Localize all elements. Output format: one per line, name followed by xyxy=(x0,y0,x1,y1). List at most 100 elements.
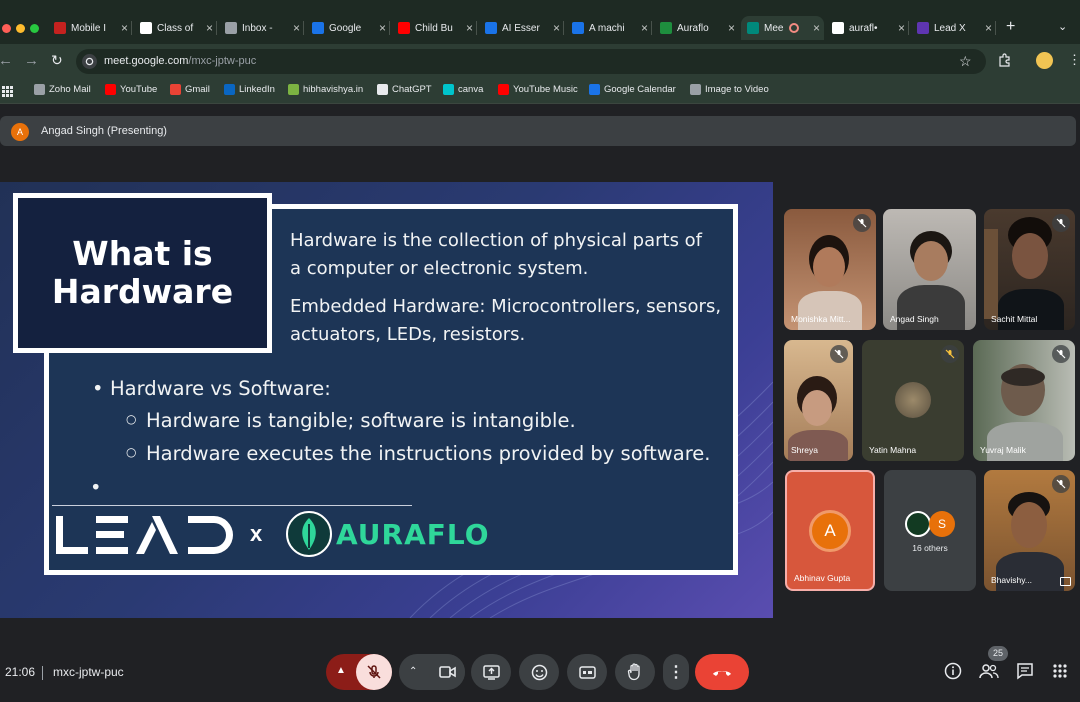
bookmark-favicon-icon xyxy=(170,84,181,95)
logo-separator: x xyxy=(250,521,263,546)
extensions-icon[interactable] xyxy=(998,53,1012,72)
meet-controls-bar: 21:06 mxc-jptw-puc ▲ ⌃ ⋮ 25 xyxy=(0,642,1080,702)
tab-close-icon[interactable]: × xyxy=(728,21,735,35)
slide-title: What is Hardware xyxy=(51,234,234,311)
others-avatar xyxy=(905,511,931,537)
new-tab-button[interactable]: + xyxy=(1006,18,1015,36)
bookmark-favicon-icon xyxy=(443,84,454,95)
bookmark-item[interactable]: ChatGPT xyxy=(377,84,432,95)
bullet-dot: • xyxy=(92,377,104,400)
participant-tile[interactable]: Sachit Mittal xyxy=(984,209,1075,330)
browser-tab[interactable]: Lead X × xyxy=(911,16,996,40)
camera-toggle-button[interactable] xyxy=(429,654,465,690)
more-options-button[interactable]: ⋮ xyxy=(663,654,689,690)
browser-tab[interactable]: Google × xyxy=(306,16,390,40)
browser-tab[interactable]: Class of × xyxy=(134,16,217,40)
audio-options-chevron-icon[interactable]: ▲ xyxy=(336,665,346,676)
tab-close-icon[interactable]: × xyxy=(553,21,560,35)
leave-call-button[interactable] xyxy=(695,654,749,690)
browser-tab[interactable]: Auraflo × xyxy=(654,16,739,40)
bookmark-item[interactable]: Zoho Mail xyxy=(34,84,91,95)
bookmark-item[interactable]: Google Calendar xyxy=(589,84,676,95)
browser-tab[interactable]: Child Bu × xyxy=(392,16,477,40)
participant-tile[interactable]: Shreya xyxy=(784,340,853,461)
tab-favicon-icon xyxy=(572,22,584,34)
tab-close-icon[interactable]: × xyxy=(206,21,213,35)
chat-button[interactable] xyxy=(1016,662,1034,685)
people-button[interactable] xyxy=(979,662,999,685)
captions-button[interactable] xyxy=(567,654,607,690)
bookmark-item[interactable]: LinkedIn xyxy=(224,84,275,95)
address-bar[interactable]: meet.google.com/mxc-jptw-puc ☆ xyxy=(76,49,986,74)
tab-title: Lead X xyxy=(934,22,966,34)
participant-tile-active-speaker[interactable]: A Abhinav Gupta xyxy=(785,470,875,591)
browser-tab[interactable]: AI Esser × xyxy=(479,16,564,40)
bookmark-item[interactable]: canva xyxy=(443,84,483,95)
tab-close-icon[interactable]: × xyxy=(379,21,386,35)
bookmark-item[interactable]: YouTube xyxy=(105,84,157,95)
bookmark-item[interactable]: Gmail xyxy=(170,84,210,95)
profile-avatar[interactable] xyxy=(1036,52,1053,69)
bookmark-favicon-icon xyxy=(690,84,701,95)
browser-tab[interactable]: aurafl• × xyxy=(826,16,909,40)
tab-close-icon[interactable]: × xyxy=(813,21,820,35)
tab-close-icon[interactable]: × xyxy=(641,21,648,35)
tab-separator xyxy=(563,21,564,35)
participant-tile[interactable]: Yuvraj Malik xyxy=(973,340,1075,461)
mic-toggle-button[interactable] xyxy=(356,654,392,690)
tab-title: Mobile I xyxy=(71,22,107,34)
reload-icon[interactable]: ↻ xyxy=(51,52,63,69)
camera-icon xyxy=(438,666,456,678)
raise-hand-button[interactable] xyxy=(615,654,655,690)
tab-title: AI Esser xyxy=(502,22,540,34)
participant-tile[interactable]: Yatin Mahna xyxy=(862,340,964,461)
present-screen-icon xyxy=(482,664,500,680)
pin-tile-icon[interactable] xyxy=(1060,577,1071,586)
back-icon[interactable]: ← xyxy=(0,52,13,69)
tab-favicon-icon xyxy=(312,22,324,34)
window-close-dot[interactable] xyxy=(2,24,11,33)
bookmark-label: YouTube Music xyxy=(513,84,578,95)
mic-control-group: ▲ xyxy=(326,654,392,690)
browser-tab[interactable]: Mobile I × xyxy=(48,16,132,40)
participant-name: Abhinav Gupta xyxy=(794,573,851,583)
info-icon xyxy=(944,662,962,680)
forward-icon[interactable]: → xyxy=(24,52,39,69)
tab-separator xyxy=(908,21,909,35)
present-screen-button[interactable] xyxy=(471,654,511,690)
apps-grid-icon[interactable] xyxy=(2,84,13,102)
tab-separator xyxy=(216,21,217,35)
tab-close-icon[interactable]: × xyxy=(293,21,300,35)
tab-favicon-icon xyxy=(225,22,237,34)
window-minimize-dot[interactable] xyxy=(16,24,25,33)
participant-tile[interactable]: Angad Singh xyxy=(883,209,976,330)
emoji-reactions-button[interactable] xyxy=(519,654,559,690)
participant-tile[interactable]: Bhavishy... xyxy=(984,470,1075,591)
meeting-details-button[interactable] xyxy=(944,662,962,685)
bookmark-star-icon[interactable]: ☆ xyxy=(959,53,972,70)
window-zoom-dot[interactable] xyxy=(30,24,39,33)
activities-button[interactable] xyxy=(1052,663,1068,684)
mic-off-icon xyxy=(1052,345,1070,363)
tab-search-icon[interactable]: ⌄ xyxy=(1058,20,1067,33)
bookmark-item[interactable]: Image to Video xyxy=(690,84,769,95)
bookmark-item[interactable]: YouTube Music xyxy=(498,84,578,95)
tab-close-icon[interactable]: × xyxy=(898,21,905,35)
tab-favicon-icon xyxy=(917,22,929,34)
bookmark-item[interactable]: hibhavishya.in xyxy=(288,84,363,95)
slide-title-box: What is Hardware xyxy=(13,193,272,353)
tab-close-icon[interactable]: × xyxy=(466,21,473,35)
site-info-icon[interactable] xyxy=(82,54,97,69)
browser-tab[interactable]: A machi × xyxy=(566,16,652,40)
video-options-chevron-icon[interactable]: ⌃ xyxy=(409,666,417,677)
presenting-banner: A Angad Singh (Presenting) xyxy=(0,116,1076,146)
browser-menu-icon[interactable]: ⋮ xyxy=(1068,52,1080,68)
bookmark-favicon-icon xyxy=(377,84,388,95)
tab-close-icon[interactable]: × xyxy=(985,21,992,35)
tab-close-icon[interactable]: × xyxy=(121,21,128,35)
participant-tile[interactable]: Monishka Mitt... xyxy=(784,209,876,330)
tab-active[interactable]: Mee × xyxy=(741,16,824,40)
sub-bullet-marker: ○ xyxy=(126,412,137,426)
browser-tab[interactable]: Inbox - × xyxy=(219,16,304,40)
others-tile[interactable]: S 16 others xyxy=(884,470,976,591)
